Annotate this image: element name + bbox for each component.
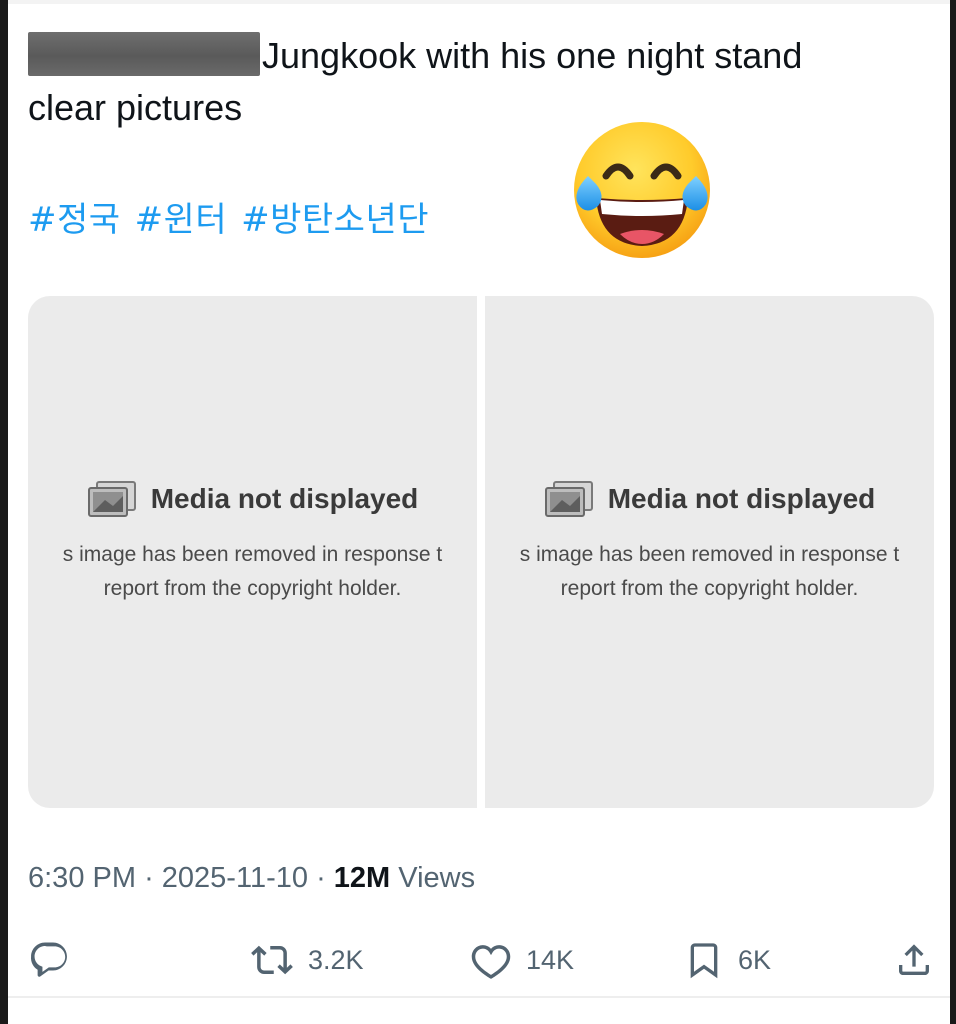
reply-button[interactable] <box>28 932 70 988</box>
top-divider <box>8 0 950 4</box>
retweet-button[interactable]: 3.2K <box>250 932 364 988</box>
media-desc-line1: s image has been removed in response t <box>62 543 443 566</box>
tweet-date[interactable]: 2025-11-10 <box>162 862 308 894</box>
views-count: 12M <box>333 862 391 894</box>
tweet-meta: 6:30 PM · 2025-11-10 · 12M Views <box>28 862 475 895</box>
media-title-text: Media not displayed <box>607 483 876 514</box>
image-gallery-icon <box>544 481 593 517</box>
media-description: s image has been removed in response t r… <box>28 538 477 606</box>
bookmark-count: 6K <box>738 944 772 975</box>
image-gallery-icon <box>87 481 136 517</box>
tweet-card: Jungkook with his one night stand clear … <box>8 0 950 1024</box>
action-bar: 3.2K 14K 6K <box>28 932 934 988</box>
media-desc-line2: report from the copyright holder. <box>103 577 402 600</box>
share-icon <box>899 944 929 975</box>
like-button[interactable]: 14K <box>470 932 574 988</box>
retweet-icon <box>251 945 293 975</box>
media-tile[interactable]: Media not displayed s image has been rem… <box>28 296 477 808</box>
media-desc-line2: report from the copyright holder. <box>560 577 859 600</box>
redacted-block <box>28 32 260 76</box>
tweet-text-line1: Jungkook with his one night stand <box>262 35 803 76</box>
hashtag-list: #정국 #윈터 #방탄소년단 <box>28 192 443 241</box>
heart-icon <box>471 945 511 979</box>
bookmark-button[interactable]: 6K <box>684 932 771 988</box>
retweet-count: 3.2K <box>308 944 364 975</box>
like-count: 14K <box>526 944 575 975</box>
media-title: Media not displayed <box>28 480 477 518</box>
tweet-time[interactable]: 6:30 PM <box>28 862 136 894</box>
hashtag-link[interactable]: #윈터 <box>135 200 228 240</box>
views-label: Views <box>398 862 476 894</box>
media-title-text: Media not displayed <box>150 483 419 514</box>
bookmark-icon <box>690 943 718 979</box>
bottom-divider <box>8 996 950 998</box>
hashtag-link[interactable]: #방탄소년단 <box>241 200 429 240</box>
tweet-text-line2: clear pictures <box>28 87 243 128</box>
share-button[interactable] <box>894 932 934 988</box>
hashtag-link[interactable]: #정국 <box>28 200 121 240</box>
reply-icon <box>30 942 67 977</box>
meta-separator: · <box>316 862 326 894</box>
tears-of-joy-emoji-icon <box>566 118 712 264</box>
media-description: s image has been removed in response t r… <box>485 538 934 606</box>
media-desc-line1: s image has been removed in response t <box>519 543 900 566</box>
meta-separator: · <box>144 862 154 894</box>
media-tile[interactable]: Media not displayed s image has been rem… <box>485 296 934 808</box>
media-title: Media not displayed <box>485 480 934 518</box>
tweet-text: Jungkook with his one night stand clear … <box>28 30 888 134</box>
media-grid: Media not displayed s image has been rem… <box>28 296 934 808</box>
